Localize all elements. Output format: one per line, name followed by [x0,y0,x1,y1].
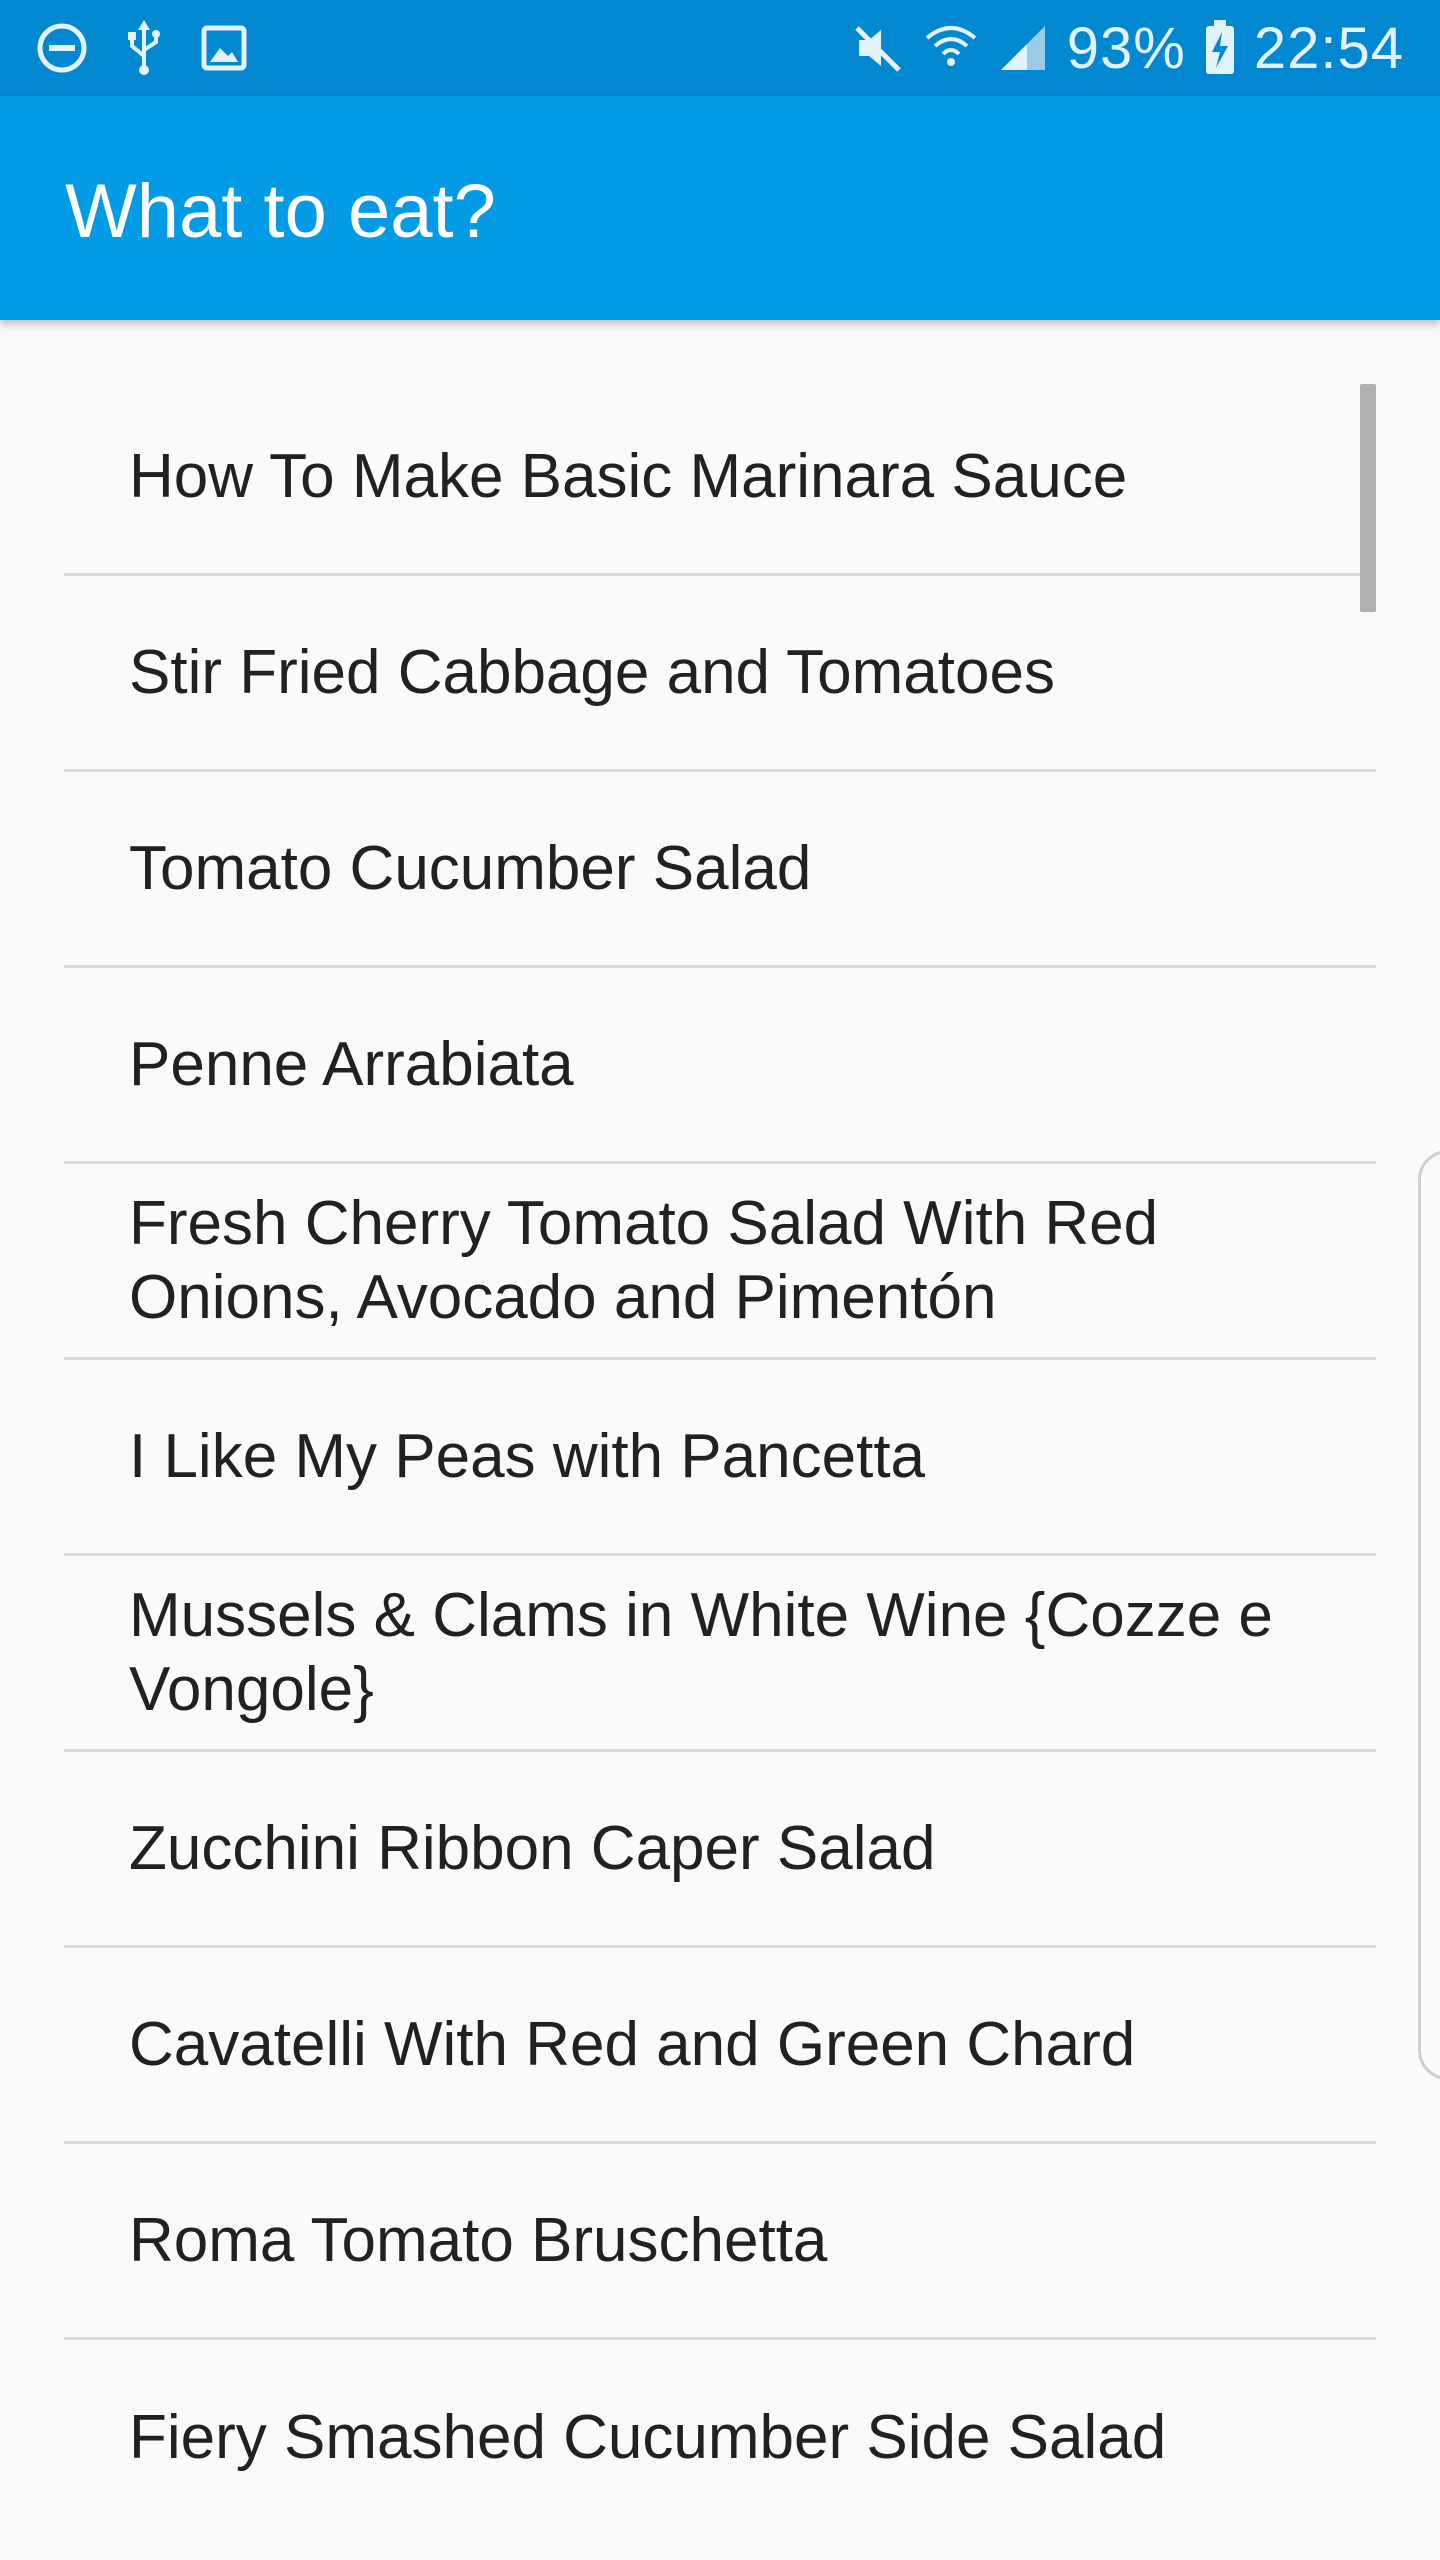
scrollbar-thumb[interactable] [1360,384,1376,612]
screen-edge-curve [1418,1150,1440,2080]
status-right-icons: 93% 22:54 [853,14,1404,82]
list-item-label: Fresh Cherry Tomato Salad With Red Onion… [129,1188,1159,1332]
image-icon [200,24,248,72]
list-item[interactable]: How To Make Basic Marinara Sauce [64,380,1376,576]
battery-percent: 93% [1066,15,1186,81]
list-item[interactable]: Tomato Cucumber Salad [64,772,1376,968]
list-item-label: Penne Arrabiata [129,1029,574,1099]
list-item[interactable]: Fiery Smashed Cucumber Side Salad [64,2340,1376,2536]
app-bar: What to eat? [0,96,1440,320]
list-item[interactable]: Stir Fried Cabbage and Tomatoes [64,576,1376,772]
battery-charging-icon [1204,20,1236,76]
list-item-label: Cavatelli With Red and Green Chard [129,2009,1136,2079]
list-item-label: Fiery Smashed Cucumber Side Salad [129,2403,1167,2472]
status-left-icons [36,18,248,78]
list-item-label: How To Make Basic Marinara Sauce [129,441,1128,511]
usb-icon [124,20,164,76]
mute-icon [853,22,905,74]
list-item-label: Zucchini Ribbon Caper Salad [129,1813,936,1883]
list-item[interactable]: Penne Arrabiata [64,968,1376,1164]
list-item[interactable]: Fresh Cherry Tomato Salad With Red Onion… [64,1164,1376,1360]
wifi-icon [923,22,979,74]
list-item[interactable]: Roma Tomato Bruschetta [64,2144,1376,2340]
list-item-label: Mussels & Clams in White Wine {Cozze e V… [129,1580,1273,1724]
list-item-label: Stir Fried Cabbage and Tomatoes [129,637,1055,707]
status-bar: 93% 22:54 [0,0,1440,96]
page-title: What to eat? [65,169,496,254]
list-item-label: I Like My Peas with Pancetta [129,1421,926,1491]
do-not-disturb-icon [36,22,88,74]
clock: 22:54 [1253,15,1404,81]
list-item-label: Roma Tomato Bruschetta [129,2205,828,2275]
recipe-list[interactable]: How To Make Basic Marinara Sauce Stir Fr… [0,380,1440,2536]
list-item-label: Tomato Cucumber Salad [129,833,812,903]
list-item[interactable]: Cavatelli With Red and Green Chard [64,1948,1376,2144]
signal-icon [997,22,1049,74]
list-item[interactable]: Mussels & Clams in White Wine {Cozze e V… [64,1556,1376,1752]
list-item[interactable]: I Like My Peas with Pancetta [64,1360,1376,1556]
list-item[interactable]: Zucchini Ribbon Caper Salad [64,1752,1376,1948]
